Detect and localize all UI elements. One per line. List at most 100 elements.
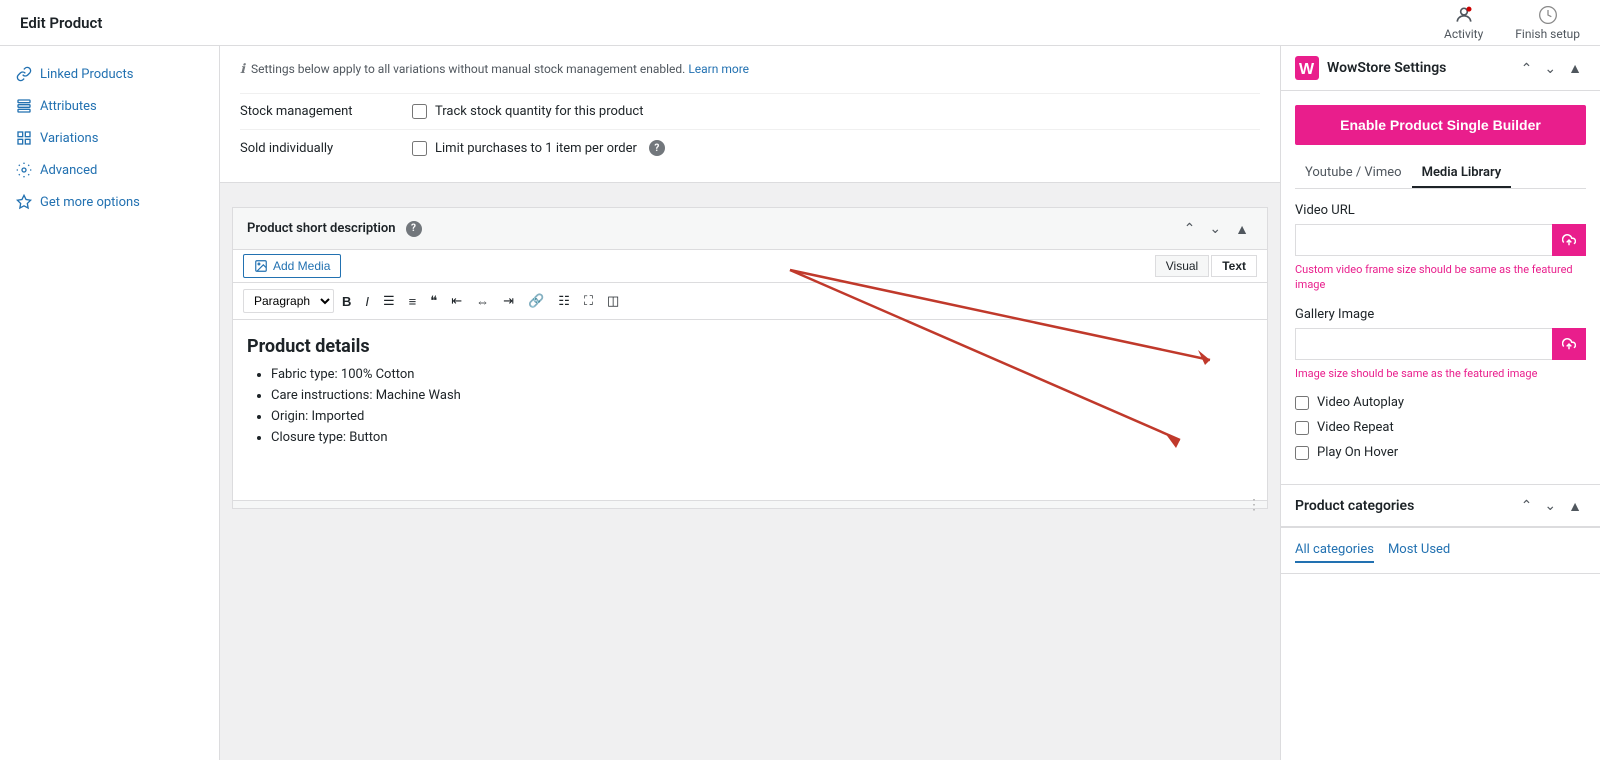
ol-button[interactable]: ≡ — [403, 290, 423, 313]
tab-youtube-vimeo[interactable]: Youtube / Vimeo — [1295, 159, 1412, 188]
stock-notice: ℹ Settings below apply to all variations… — [240, 62, 1260, 77]
more-tools-button[interactable]: ◫ — [601, 289, 625, 313]
list-item: Origin: Imported — [271, 409, 1253, 424]
stock-management-label: Stock management — [240, 104, 400, 119]
editor-list: Fabric type: 100% Cotton Care instructio… — [247, 367, 1253, 445]
track-stock-checkbox[interactable] — [412, 104, 427, 119]
gallery-image-input-group — [1295, 328, 1586, 360]
info-icon: ℹ — [240, 62, 245, 77]
finish-setup-label: Finish setup — [1515, 27, 1580, 41]
gallery-hint: Image size should be same as the feature… — [1295, 366, 1586, 381]
video-autoplay-checkbox[interactable] — [1295, 396, 1309, 410]
play-on-hover-row: Play On Hover — [1295, 445, 1586, 460]
link-button[interactable]: 🔗 — [522, 289, 550, 313]
fullscreen-button[interactable]: ⛶ — [578, 289, 599, 313]
add-media-icon — [254, 259, 268, 273]
panel-down-button[interactable]: ⌄ — [1540, 58, 1560, 79]
editor-title: Product short description ? — [247, 221, 422, 237]
sidebar-item-attributes[interactable]: Attributes — [0, 90, 219, 122]
help-icon[interactable]: ? — [649, 140, 665, 156]
tab-text[interactable]: Text — [1211, 255, 1257, 277]
blockquote-button[interactable]: ❝ — [424, 289, 443, 313]
product-categories-title: Product categories — [1295, 498, 1414, 514]
stock-management-control: Track stock quantity for this product — [412, 104, 643, 119]
gallery-image-input[interactable] — [1295, 328, 1552, 360]
gallery-image-label: Gallery Image — [1295, 307, 1586, 322]
video-autoplay-label: Video Autoplay — [1317, 395, 1404, 410]
editor-collapse-up-button[interactable]: ⌃ — [1180, 218, 1200, 239]
video-url-label: Video URL — [1295, 203, 1586, 218]
sidebar-item-linked-products[interactable]: Linked Products — [0, 58, 219, 90]
align-center-button[interactable]: ⇔ — [470, 290, 495, 313]
editor-resize-handle[interactable]: ⋮ — [233, 500, 1267, 508]
editor-toolbar-row: Add Media Visual Text — [233, 250, 1267, 283]
sidebar-item-advanced[interactable]: Advanced — [0, 154, 219, 186]
play-on-hover-checkbox[interactable] — [1295, 446, 1309, 460]
finish-setup-button[interactable]: Finish setup — [1515, 5, 1580, 41]
video-tabs: Youtube / Vimeo Media Library — [1295, 159, 1586, 189]
italic-button[interactable]: I — [359, 290, 375, 313]
stock-notice-text: Settings below apply to all variations w… — [251, 62, 749, 76]
tab-all-categories[interactable]: All categories — [1295, 538, 1374, 563]
product-categories-header: Product categories ⌃ ⌄ ▲ — [1281, 485, 1600, 527]
video-autoplay-row: Video Autoplay — [1295, 395, 1586, 410]
upload-icon — [1562, 337, 1576, 351]
editor-help-icon[interactable]: ? — [406, 221, 422, 237]
tab-most-used[interactable]: Most Used — [1388, 538, 1450, 563]
video-hint: Custom video frame size should be same a… — [1295, 262, 1586, 293]
play-on-hover-label: Play On Hover — [1317, 445, 1398, 460]
editor-content[interactable]: Product details Fabric type: 100% Cotton… — [233, 320, 1267, 500]
align-right-button[interactable]: ⇥ — [497, 289, 520, 313]
cat-panel-collapse-button[interactable]: ▲ — [1564, 495, 1586, 516]
gallery-image-upload-button[interactable] — [1552, 328, 1586, 360]
sidebar-item-get-more-options[interactable]: Get more options — [0, 186, 219, 218]
sidebar-item-label: Attributes — [40, 99, 97, 114]
tab-media-library[interactable]: Media Library — [1412, 159, 1512, 188]
tab-visual[interactable]: Visual — [1155, 255, 1209, 277]
panel-collapse-button[interactable]: ▲ — [1564, 58, 1586, 79]
center-content: ℹ Settings below apply to all variations… — [220, 46, 1280, 760]
sidebar-item-variations[interactable]: Variations — [0, 122, 219, 154]
grid-icon — [16, 130, 32, 146]
activity-icon — [1454, 5, 1474, 25]
video-repeat-checkbox[interactable] — [1295, 421, 1309, 435]
sidebar-item-label: Linked Products — [40, 67, 133, 82]
wowstore-panel-title: W WowStore Settings — [1295, 56, 1446, 80]
editor-heading: Product details — [247, 336, 1253, 357]
video-url-input[interactable] — [1295, 224, 1552, 256]
ul-button[interactable]: ☰ — [377, 289, 401, 313]
track-stock-label: Track stock quantity for this product — [435, 104, 643, 119]
cat-panel-down-button[interactable]: ⌄ — [1540, 495, 1560, 516]
cat-panel-up-button[interactable]: ⌃ — [1517, 495, 1537, 516]
panel-up-button[interactable]: ⌃ — [1517, 58, 1537, 79]
top-bar-actions: Activity Finish setup — [1444, 5, 1580, 41]
center-wrapper: Product short description ? ⌃ ⌄ ▲ Add Me… — [220, 183, 1280, 521]
align-left-button[interactable]: ⇤ — [445, 289, 468, 313]
visual-text-tabs: Visual Text — [1155, 255, 1257, 277]
activity-button[interactable]: Activity — [1444, 5, 1483, 41]
editor-close-button[interactable]: ▲ — [1231, 218, 1253, 239]
list-icon — [16, 98, 32, 114]
page-title: Edit Product — [20, 14, 102, 32]
sold-individually-label: Sold individually — [240, 141, 400, 156]
format-select[interactable]: Paragraph — [243, 289, 334, 313]
bold-button[interactable]: B — [336, 290, 357, 313]
learn-more-link[interactable]: Learn more — [688, 62, 749, 76]
sidebar-item-label: Advanced — [40, 163, 97, 178]
enable-product-builder-button[interactable]: Enable Product Single Builder — [1295, 105, 1586, 145]
table-button[interactable]: ☷ — [552, 289, 576, 313]
stock-section: ℹ Settings below apply to all variations… — [220, 46, 1280, 183]
add-media-button[interactable]: Add Media — [243, 254, 341, 278]
sold-individually-control: Limit purchases to 1 item per order ? — [412, 140, 665, 156]
editor-toolbar: Paragraph B I ☰ ≡ ❝ ⇤ ⇔ ⇥ 🔗 ☷ ⛶ ◫ — [233, 283, 1267, 320]
video-url-input-group — [1295, 224, 1586, 256]
star-icon — [16, 194, 32, 210]
right-sidebar: W WowStore Settings ⌃ ⌄ ▲ Enable Product… — [1280, 46, 1600, 760]
video-url-upload-button[interactable] — [1552, 224, 1586, 256]
editor-header-controls: ⌃ ⌄ ▲ — [1180, 218, 1253, 239]
sold-individually-row: Sold individually Limit purchases to 1 i… — [240, 129, 1260, 166]
sold-individually-checkbox[interactable] — [412, 141, 427, 156]
editor-collapse-down-button[interactable]: ⌄ — [1205, 218, 1225, 239]
svg-text:W: W — [1299, 61, 1315, 78]
finish-setup-icon — [1538, 5, 1558, 25]
